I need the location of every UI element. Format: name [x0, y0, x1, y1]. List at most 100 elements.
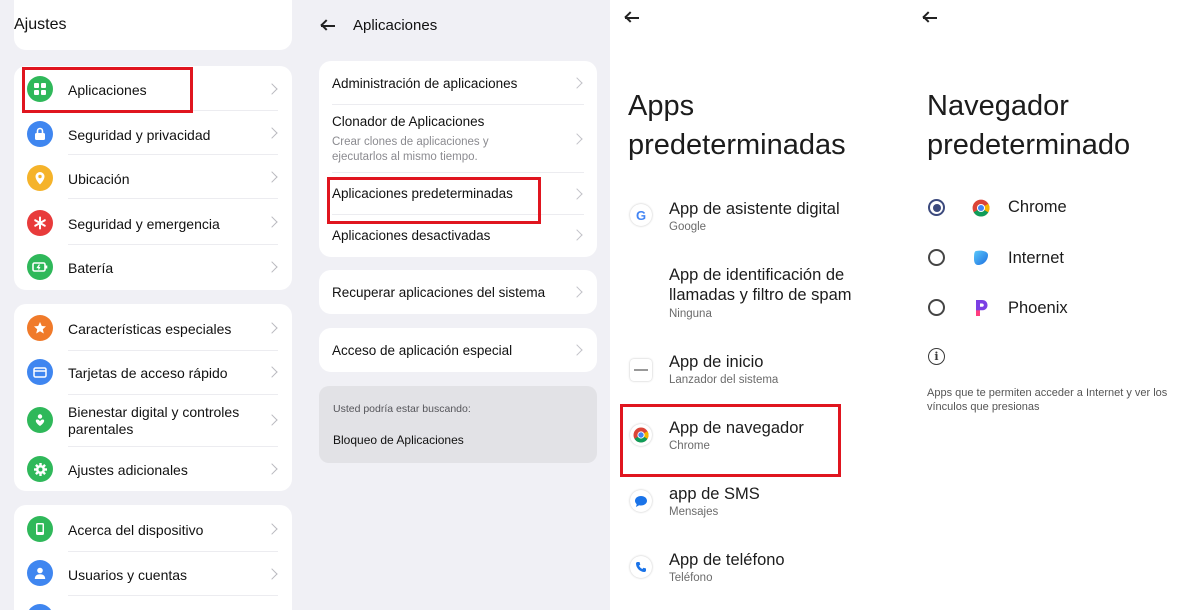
- applications-panel: Aplicaciones Administración de aplicacio…: [305, 0, 610, 610]
- list-item-acceso-especial[interactable]: Acceso de aplicación especial: [319, 328, 597, 372]
- default-app-identificacion[interactable]: App de identificación de llamadas y filt…: [610, 262, 900, 324]
- default-app-subtitle: Lanzador del sistema: [669, 374, 779, 386]
- partial-icon: [27, 604, 53, 610]
- location-pin-icon: [27, 165, 53, 191]
- chevron-right-icon: [571, 133, 583, 145]
- chevron-right-icon: [571, 286, 583, 298]
- settings-item-label: Tarjetas de acceso rápido: [68, 365, 228, 381]
- chevron-right-icon: [266, 261, 278, 273]
- asterisk-icon: [27, 210, 53, 236]
- settings-item-label: Batería: [68, 260, 114, 276]
- settings-item-ubicacion[interactable]: Ubicación: [14, 154, 292, 198]
- divider: [68, 154, 278, 155]
- default-app-asistente[interactable]: G App de asistente digital Google: [610, 195, 900, 245]
- radio-button[interactable]: [928, 299, 945, 316]
- chevron-right-icon: [571, 229, 583, 241]
- default-app-subtitle: Ninguna: [669, 308, 712, 320]
- settings-item-ajustes-adicionales[interactable]: Ajustes adicionales: [14, 446, 292, 491]
- default-app-title: App de inicio: [669, 353, 764, 371]
- settings-item-seguridad-privacidad[interactable]: Seguridad y privacidad: [14, 110, 292, 154]
- settings-item-label: Acerca del dispositivo: [68, 522, 204, 538]
- google-icon: G: [630, 204, 652, 226]
- suggestion-link[interactable]: Bloqueo de Aplicaciones: [333, 433, 464, 447]
- back-arrow-icon[interactable]: [922, 11, 939, 25]
- default-app-title: App de asistente digital: [669, 200, 840, 218]
- page-title: Ajustes: [14, 16, 67, 33]
- back-arrow-icon[interactable]: [624, 11, 641, 25]
- settings-item-label: Ubicación: [68, 171, 130, 187]
- default-app-inicio[interactable]: App de inicio Lanzador del sistema: [610, 350, 900, 394]
- chevron-right-icon: [571, 344, 583, 356]
- list-item-recuperar[interactable]: Recuperar aplicaciones del sistema: [319, 270, 597, 314]
- settings-item-label: Seguridad y privacidad: [68, 127, 211, 143]
- radio-button-selected[interactable]: [928, 199, 945, 216]
- highlight-box: [22, 67, 193, 113]
- divider: [68, 198, 278, 199]
- chevron-right-icon: [571, 188, 583, 200]
- list-item-title: Clonador de Aplicaciones: [332, 114, 485, 129]
- settings-item-partial[interactable]: [14, 595, 292, 610]
- launcher-icon: [630, 359, 652, 381]
- chevron-right-icon: [266, 171, 278, 183]
- default-app-sms[interactable]: app de SMS Mensajes: [610, 483, 900, 527]
- default-app-telefono[interactable]: App de teléfono Teléfono: [610, 549, 900, 593]
- phone-icon: [27, 516, 53, 542]
- battery-icon: [27, 254, 53, 280]
- settings-item-label: Características especiales: [68, 321, 232, 337]
- recover-apps-card[interactable]: Recuperar aplicaciones del sistema: [319, 270, 597, 314]
- radio-button[interactable]: [928, 249, 945, 266]
- divider: [68, 244, 278, 245]
- chevron-right-icon: [266, 414, 278, 426]
- chevron-right-icon: [266, 216, 278, 228]
- chevron-right-icon: [266, 366, 278, 378]
- settings-item-acerca-dispositivo[interactable]: Acerca del dispositivo: [14, 505, 292, 551]
- suggestion-caption: Usted podría estar buscando:: [333, 403, 471, 415]
- settings-item-label: Bienestar digital y controles parentales: [68, 404, 240, 437]
- list-item-administracion[interactable]: Administración de aplicaciones: [319, 61, 597, 105]
- divider: [68, 595, 278, 596]
- chevron-right-icon: [266, 568, 278, 580]
- settings-group-2: Características especiales Tarjetas de a…: [14, 304, 292, 491]
- settings-item-bateria[interactable]: Batería: [14, 244, 292, 290]
- settings-item-bienestar-digital[interactable]: Bienestar digital y controles parentales: [14, 394, 292, 446]
- browser-option-label: Internet: [1008, 249, 1064, 267]
- settings-item-tarjetas-acceso[interactable]: Tarjetas de acceso rápido: [14, 350, 292, 394]
- page-title-line2: predeterminado: [927, 129, 1131, 161]
- phone-call-icon: [630, 556, 652, 578]
- default-app-subtitle: Mensajes: [669, 506, 719, 518]
- chrome-icon: [972, 199, 990, 217]
- divider: [68, 446, 278, 447]
- chevron-right-icon: [266, 83, 278, 95]
- default-browser-panel: Navegador predeterminado Chrome Internet…: [900, 0, 1200, 610]
- gear-icon: [27, 456, 53, 482]
- settings-item-usuarios-cuentas[interactable]: Usuarios y cuentas: [14, 551, 292, 595]
- divider: [68, 394, 278, 395]
- default-app-title: app de SMS: [669, 485, 760, 503]
- settings-item-caracteristicas-especiales[interactable]: Características especiales: [14, 304, 292, 350]
- chevron-right-icon: [266, 523, 278, 535]
- back-arrow-icon[interactable]: [320, 19, 337, 33]
- divider: [68, 350, 278, 351]
- browser-option-label: Chrome: [1008, 198, 1067, 216]
- list-item-clonador[interactable]: Clonador de Aplicaciones Crear clones de…: [319, 105, 597, 173]
- heart-icon: [27, 407, 53, 433]
- chevron-right-icon: [266, 127, 278, 139]
- settings-item-label: Usuarios y cuentas: [68, 567, 188, 583]
- chevron-right-icon: [266, 463, 278, 475]
- info-icon: i: [928, 348, 945, 365]
- default-apps-panel: Apps predeterminadas G App de asistente …: [610, 0, 900, 610]
- page-title-line2: predeterminadas: [628, 129, 846, 161]
- suggestion-box: Usted podría estar buscando: Bloqueo de …: [319, 386, 597, 463]
- star-icon: [27, 315, 53, 341]
- settings-item-seguridad-emergencia[interactable]: Seguridad y emergencia: [14, 198, 292, 244]
- settings-group-3: Acerca del dispositivo Usuarios y cuenta…: [14, 505, 292, 610]
- special-access-card[interactable]: Acceso de aplicación especial: [319, 328, 597, 372]
- description-text: Apps que te permiten acceder a Internet …: [927, 387, 1168, 413]
- chevron-right-icon: [266, 322, 278, 334]
- list-item-title: Administración de aplicaciones: [332, 76, 518, 91]
- list-item-subtitle: Crear clones de aplicaciones y ejecutarl…: [332, 136, 489, 163]
- divider: [68, 551, 278, 552]
- user-icon: [27, 560, 53, 586]
- settings-item-label: Seguridad y emergencia: [68, 216, 220, 232]
- list-item-title: Recuperar aplicaciones del sistema: [332, 285, 546, 300]
